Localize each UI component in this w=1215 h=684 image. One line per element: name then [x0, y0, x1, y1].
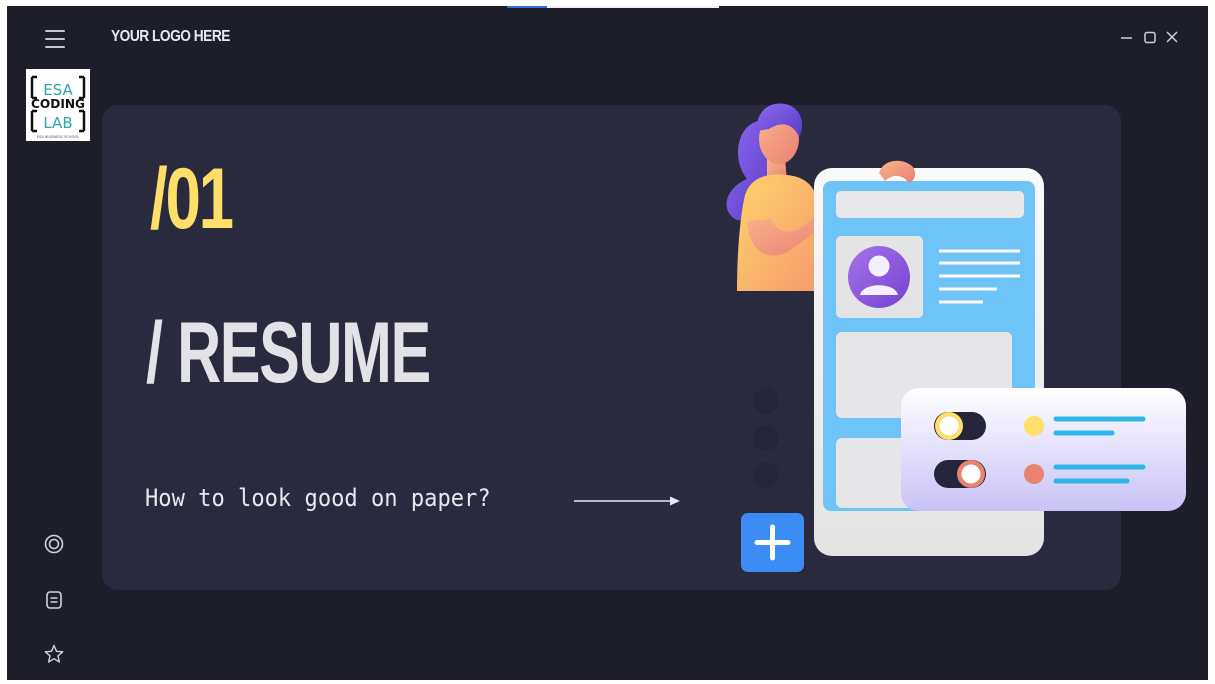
esa-coding-lab-logo: ESA CODING LAB ESA BUSINESS SCHOOL [26, 69, 90, 141]
slide-number: /01 [150, 151, 234, 247]
arrow-right-icon [574, 496, 680, 506]
maximize-icon[interactable] [1142, 28, 1158, 46]
hamburger-menu-icon[interactable] [45, 28, 67, 50]
app-window: YOUR LOGO HERE ESA CODING LAB ESA BUSINE… [7, 6, 1208, 680]
close-icon[interactable] [1164, 28, 1180, 46]
target-icon[interactable] [43, 533, 65, 555]
window-tab-strip [507, 6, 719, 8]
document-icon[interactable] [43, 589, 65, 611]
slide-title: / RESUME [146, 305, 431, 401]
svg-text:CODING: CODING [31, 96, 85, 111]
minimize-icon[interactable] [1119, 28, 1135, 46]
resume-illustration [726, 103, 1186, 572]
svg-text:LAB: LAB [43, 114, 72, 132]
brand-title: YOUR LOGO HERE [111, 28, 230, 45]
slide-subtitle: How to look good on paper? [145, 484, 491, 512]
star-icon[interactable] [43, 643, 65, 665]
svg-text:ESA BUSINESS SCHOOL: ESA BUSINESS SCHOOL [37, 135, 79, 139]
